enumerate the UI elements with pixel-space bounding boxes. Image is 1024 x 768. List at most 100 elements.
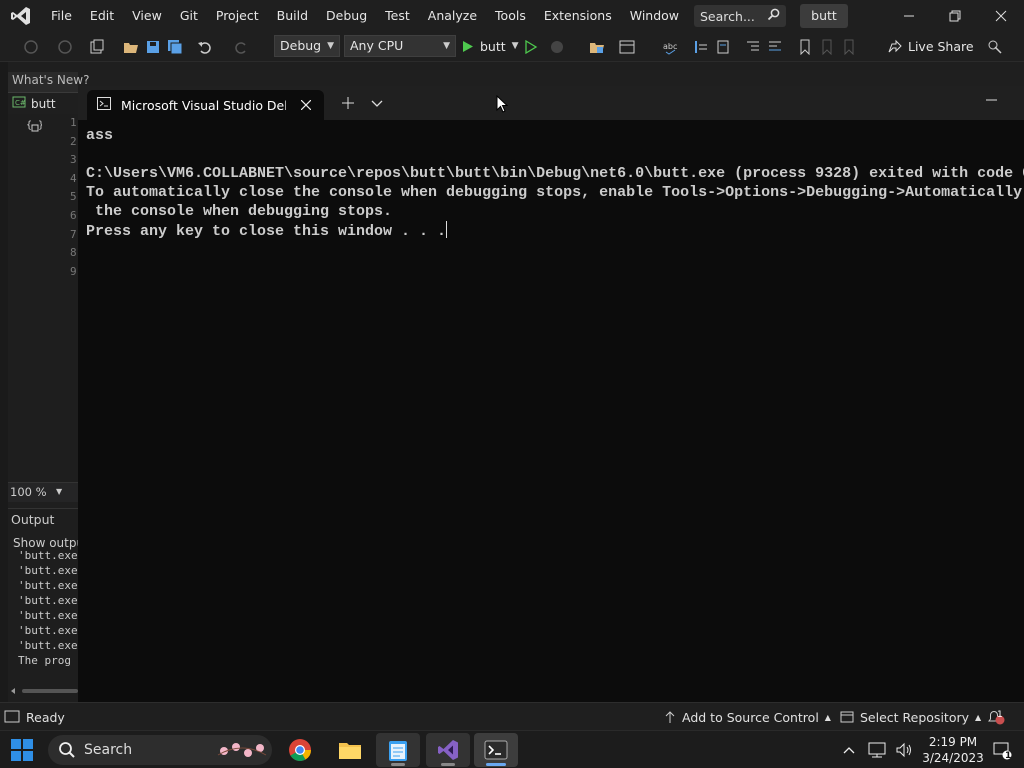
visual-studio-logo-icon: [0, 0, 42, 32]
line-number: 6: [70, 209, 77, 222]
layout-icon[interactable]: [618, 38, 636, 56]
solution-explorer-icon[interactable]: [588, 38, 606, 56]
close-button[interactable]: [978, 0, 1024, 32]
minimize-button[interactable]: [886, 0, 932, 32]
taskbar-clock[interactable]: 2:19 PM 3/24/2023: [918, 734, 988, 766]
navigate-back-icon[interactable]: [22, 38, 40, 56]
restore-button[interactable]: [932, 0, 978, 32]
menu-git[interactable]: Git: [171, 0, 207, 32]
chevron-down-icon: ▼: [327, 41, 334, 51]
menu-bar: File Edit View Git Project Build Debug T…: [0, 0, 1024, 32]
left-dock-strip: [0, 62, 8, 702]
next-bookmark-icon[interactable]: [840, 38, 858, 56]
menu-project[interactable]: Project: [207, 0, 268, 32]
step-into-icon[interactable]: [692, 38, 710, 56]
comment-icon[interactable]: [766, 38, 784, 56]
menu-edit[interactable]: Edit: [81, 0, 123, 32]
tab-dropdown-button[interactable]: [370, 96, 384, 110]
add-to-source-control-button[interactable]: Add to Source Control ▲: [664, 703, 831, 731]
output-horizontal-scrollbar[interactable]: [8, 685, 78, 697]
notifications-button[interactable]: 1: [986, 703, 1006, 731]
taskbar-chrome[interactable]: [278, 733, 322, 767]
network-button[interactable]: [864, 733, 890, 767]
zoom-level-select[interactable]: 100 % ▼: [8, 482, 78, 502]
menu-test[interactable]: Test: [376, 0, 419, 32]
taskbar-terminal[interactable]: [474, 733, 518, 767]
menu-view[interactable]: View: [123, 0, 171, 32]
select-repository-button[interactable]: Select Repository ▲: [840, 703, 981, 731]
live-share-button[interactable]: Live Share: [888, 36, 974, 56]
save-all-icon[interactable]: [166, 38, 184, 56]
output-line: 'butt.exe: [18, 564, 78, 577]
close-tab-button[interactable]: [298, 97, 314, 113]
menu-extensions[interactable]: Extensions: [535, 0, 621, 32]
tab-whats-new[interactable]: What's New?: [12, 73, 89, 87]
hot-reload-icon[interactable]: [548, 38, 566, 56]
code-editor[interactable]: { }: [8, 114, 78, 482]
save-icon[interactable]: [144, 38, 162, 56]
clock-date: 3/24/2023: [922, 751, 984, 765]
running-indicator: [441, 763, 455, 766]
chevron-up-icon: [843, 747, 855, 754]
platform-value: Any CPU: [350, 38, 404, 53]
search-icon: [59, 742, 75, 758]
terminal-tab-title: Microsoft Visual Studio Debug Console: [121, 97, 286, 113]
close-icon: [301, 100, 311, 110]
console-line: the console when debugging stops.: [86, 203, 393, 220]
feedback-icon[interactable]: [986, 38, 1004, 56]
start-without-debugging-icon[interactable]: [522, 38, 540, 56]
previous-bookmark-icon[interactable]: [818, 38, 836, 56]
chevron-down-icon: ▼: [443, 41, 450, 51]
spell-check-icon[interactable]: abc: [662, 38, 680, 56]
arrow-up-icon: [665, 711, 675, 723]
menu-build[interactable]: Build: [268, 0, 317, 32]
platform-select[interactable]: Any CPU ▼: [344, 35, 456, 57]
output-panel: Output Show output from: 'butt.exe 'butt…: [8, 508, 78, 702]
terminal-tab[interactable]: Microsoft Visual Studio Debug Console: [87, 90, 324, 120]
redo-icon[interactable]: [232, 38, 250, 56]
tab-butt-file[interactable]: C# butt: [8, 92, 78, 114]
taskbar-search-box[interactable]: Search: [48, 735, 272, 765]
console-output[interactable]: ass C:\Users\VM6.COLLABNET\source\repos\…: [86, 126, 1024, 696]
console-line: ass: [86, 127, 114, 144]
console-icon: [97, 97, 111, 113]
menu-window[interactable]: Window: [621, 0, 688, 32]
search-input[interactable]: Search...: [694, 5, 786, 27]
navigate-forward-icon[interactable]: [56, 38, 74, 56]
taskbar-notepad[interactable]: [376, 733, 420, 767]
output-line: 'butt.exe: [18, 579, 78, 592]
toggle-bookmark-icon[interactable]: [714, 38, 732, 56]
open-folder-icon[interactable]: [122, 38, 140, 56]
running-indicator: [486, 763, 506, 766]
indent-icon[interactable]: [744, 38, 762, 56]
solution-name-badge[interactable]: butt: [800, 4, 848, 28]
new-tab-button[interactable]: [340, 95, 356, 111]
taskbar-file-explorer[interactable]: [328, 733, 372, 767]
configuration-select[interactable]: Debug ▼: [274, 35, 340, 57]
chevron-down-icon: ▼: [56, 487, 63, 496]
terminal-title-bar[interactable]: Microsoft Visual Studio Debug Console: [78, 86, 1024, 120]
taskbar-visual-studio[interactable]: [426, 733, 470, 767]
show-hidden-icons-button[interactable]: [838, 733, 860, 767]
menu-analyze[interactable]: Analyze: [419, 0, 486, 32]
windows-taskbar: Search 2:19 PM 3/24/2023 1: [0, 730, 1024, 768]
menu-file[interactable]: File: [42, 0, 81, 32]
repository-label: Select Repository: [860, 709, 970, 725]
terminal-minimize-button[interactable]: [982, 90, 1002, 110]
repository-icon: [840, 711, 854, 723]
undo-icon[interactable]: [196, 38, 214, 56]
debug-console-window[interactable]: Microsoft Visual Studio Debug Console as…: [78, 86, 1024, 702]
chevron-down-icon: [371, 100, 383, 107]
new-project-icon[interactable]: [88, 38, 106, 56]
line-number: 9: [70, 265, 77, 278]
plus-icon: [342, 97, 354, 109]
volume-button[interactable]: [892, 733, 918, 767]
line-number: 4: [70, 172, 77, 185]
line-number: 5: [70, 190, 77, 203]
bookmark-icon[interactable]: [796, 38, 814, 56]
start-button[interactable]: [10, 738, 36, 762]
start-debugging-button[interactable]: butt ▼: [462, 36, 519, 56]
menu-tools[interactable]: Tools: [486, 0, 535, 32]
notification-center-button[interactable]: 1: [988, 733, 1016, 767]
menu-debug[interactable]: Debug: [317, 0, 376, 32]
